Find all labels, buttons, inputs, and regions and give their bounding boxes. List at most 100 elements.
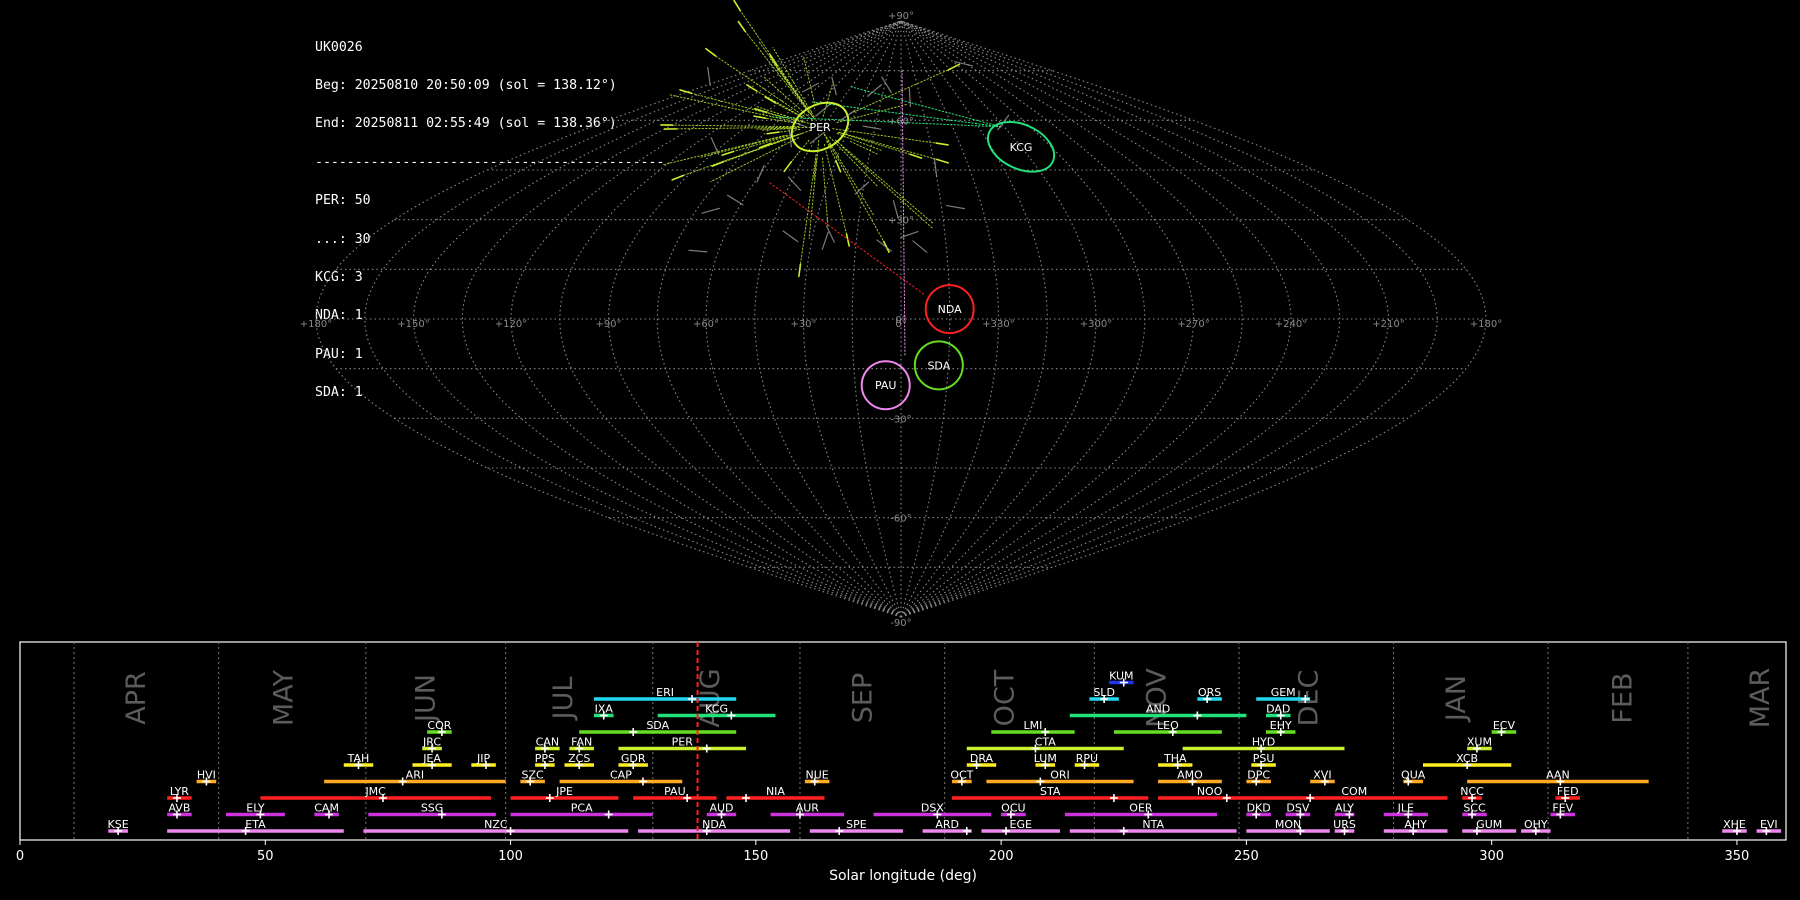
x-tick-label: 150 [743, 849, 768, 864]
x-tick-label: 250 [1234, 849, 1259, 864]
shower-label: AUD [709, 802, 733, 815]
sporadic-meteor [862, 125, 882, 130]
shower-label: IXA [595, 703, 614, 716]
shower-label: DSV [1286, 802, 1309, 815]
lon-tick-label: 0° [895, 319, 906, 330]
shower-label: CAM [314, 802, 339, 815]
shower-label: MON [1275, 818, 1301, 831]
lat-tick-label: +30° [888, 216, 914, 227]
shower-label: PSU [1253, 752, 1275, 765]
per-meteor [679, 89, 693, 95]
shower-label: RPU [1076, 752, 1098, 765]
lon-tick-label: +120° [495, 319, 527, 330]
lon-tick-label: +300° [1080, 319, 1112, 330]
lon-tick-label: +270° [1177, 319, 1209, 330]
shower-label: NUE [806, 769, 829, 782]
shower-label: OCT [950, 769, 973, 782]
sporadic-meteor [831, 76, 837, 96]
per-meteor [753, 115, 767, 120]
radiant-label: NDA [938, 303, 963, 316]
month-label: OCT [990, 669, 1021, 726]
radiant-label: KCG [1010, 141, 1033, 154]
shower-label: HVI [197, 769, 216, 782]
sporadic-meteor [912, 240, 928, 253]
shower-label: XUM [1467, 736, 1492, 749]
shower-label: PAU [664, 785, 686, 798]
lat-tick-label: -60° [890, 514, 911, 525]
shower-label: JLE [1397, 802, 1414, 815]
per-trail [744, 30, 810, 113]
lon-tick-label: +30° [790, 319, 816, 330]
x-tick-label: 50 [257, 849, 274, 864]
shower-label: CAN [536, 736, 559, 749]
shower-label: THA [1163, 752, 1187, 765]
shower-label: EVI [1760, 818, 1778, 831]
lon-tick-label: +180° [300, 319, 332, 330]
x-tick-label: 300 [1479, 849, 1504, 864]
radiant-label: SDA [927, 359, 950, 372]
shower-label: FAN [571, 736, 592, 749]
shower-label: SDA [646, 719, 669, 732]
shower-label: LMI [1024, 719, 1043, 732]
shower-label: JEA [422, 752, 441, 765]
shower-label: OER [1129, 802, 1153, 815]
shower-label: URS [1333, 818, 1356, 831]
shower-label: FED [1557, 785, 1579, 798]
shower-label: NOO [1197, 785, 1223, 798]
shower-label: NCC [1460, 785, 1484, 798]
shower-label: LEO [1157, 719, 1179, 732]
per-trail [739, 10, 809, 110]
shower-label: KSE [108, 818, 129, 831]
shower-label: TAH [347, 752, 370, 765]
shower-label: DKD [1247, 802, 1271, 815]
lon-tick-label: +90° [595, 319, 621, 330]
per-meteor [737, 20, 747, 33]
x-tick-label: 0 [16, 849, 24, 864]
shower-label: QUA [1401, 769, 1426, 782]
per-trail [799, 154, 817, 265]
sporadic-meteor [908, 88, 912, 108]
shower-label: SZC [522, 769, 545, 782]
month-label: APR [121, 671, 152, 725]
per-meteor [935, 142, 949, 146]
shower-timeline: APR MAY JUN JUL AUG SEP OCT NOV DEC JAN FEB MARKUME… [16, 641, 1787, 884]
shower-label: AMO [1177, 769, 1203, 782]
shower-label: EGE [1010, 818, 1032, 831]
per-meteor [798, 263, 802, 278]
x-tick-label: 100 [498, 849, 523, 864]
month-label: MAY [268, 669, 299, 726]
shower-label: ECV [1493, 719, 1516, 732]
month-label: SEP [847, 673, 878, 723]
shower-label: DPC [1247, 769, 1270, 782]
shower-label: KUM [1109, 670, 1133, 683]
per-trail [733, 134, 792, 152]
shower-label: JRC [422, 736, 441, 749]
lat-tick-label: -90° [890, 618, 911, 629]
lon-tick-label: +180° [1470, 319, 1502, 330]
x-tick-label: 350 [1725, 849, 1750, 864]
shower-label: NTA [1142, 818, 1164, 831]
x-tick-label: 200 [989, 849, 1014, 864]
shower-label: COM [1341, 785, 1367, 798]
shower-label: LYR [170, 785, 189, 798]
shower-label: ARD [935, 818, 959, 831]
per-trail [837, 156, 874, 216]
sporadic-meteor [756, 164, 765, 183]
shower-label: XCB [1456, 752, 1478, 765]
shower-label: AAN [1546, 769, 1570, 782]
lon-tick-label: +240° [1275, 319, 1307, 330]
per-meteor [909, 153, 923, 159]
shower-label: ETA [245, 818, 266, 831]
shower-label: GEM [1271, 686, 1296, 699]
meteor-trails [660, 0, 1010, 356]
shower-label: DSX [921, 802, 944, 815]
lon-tick-label: +210° [1372, 319, 1404, 330]
lon-tick-label: +330° [982, 319, 1014, 330]
sporadic-meteor [701, 207, 720, 214]
per-meteor [705, 47, 717, 57]
shower-label: JPE [555, 785, 573, 798]
shower-label: KCG [705, 703, 728, 716]
per-meteor [947, 63, 961, 71]
shower-label: JIP [476, 752, 490, 765]
shower-label: AVB [168, 802, 190, 815]
